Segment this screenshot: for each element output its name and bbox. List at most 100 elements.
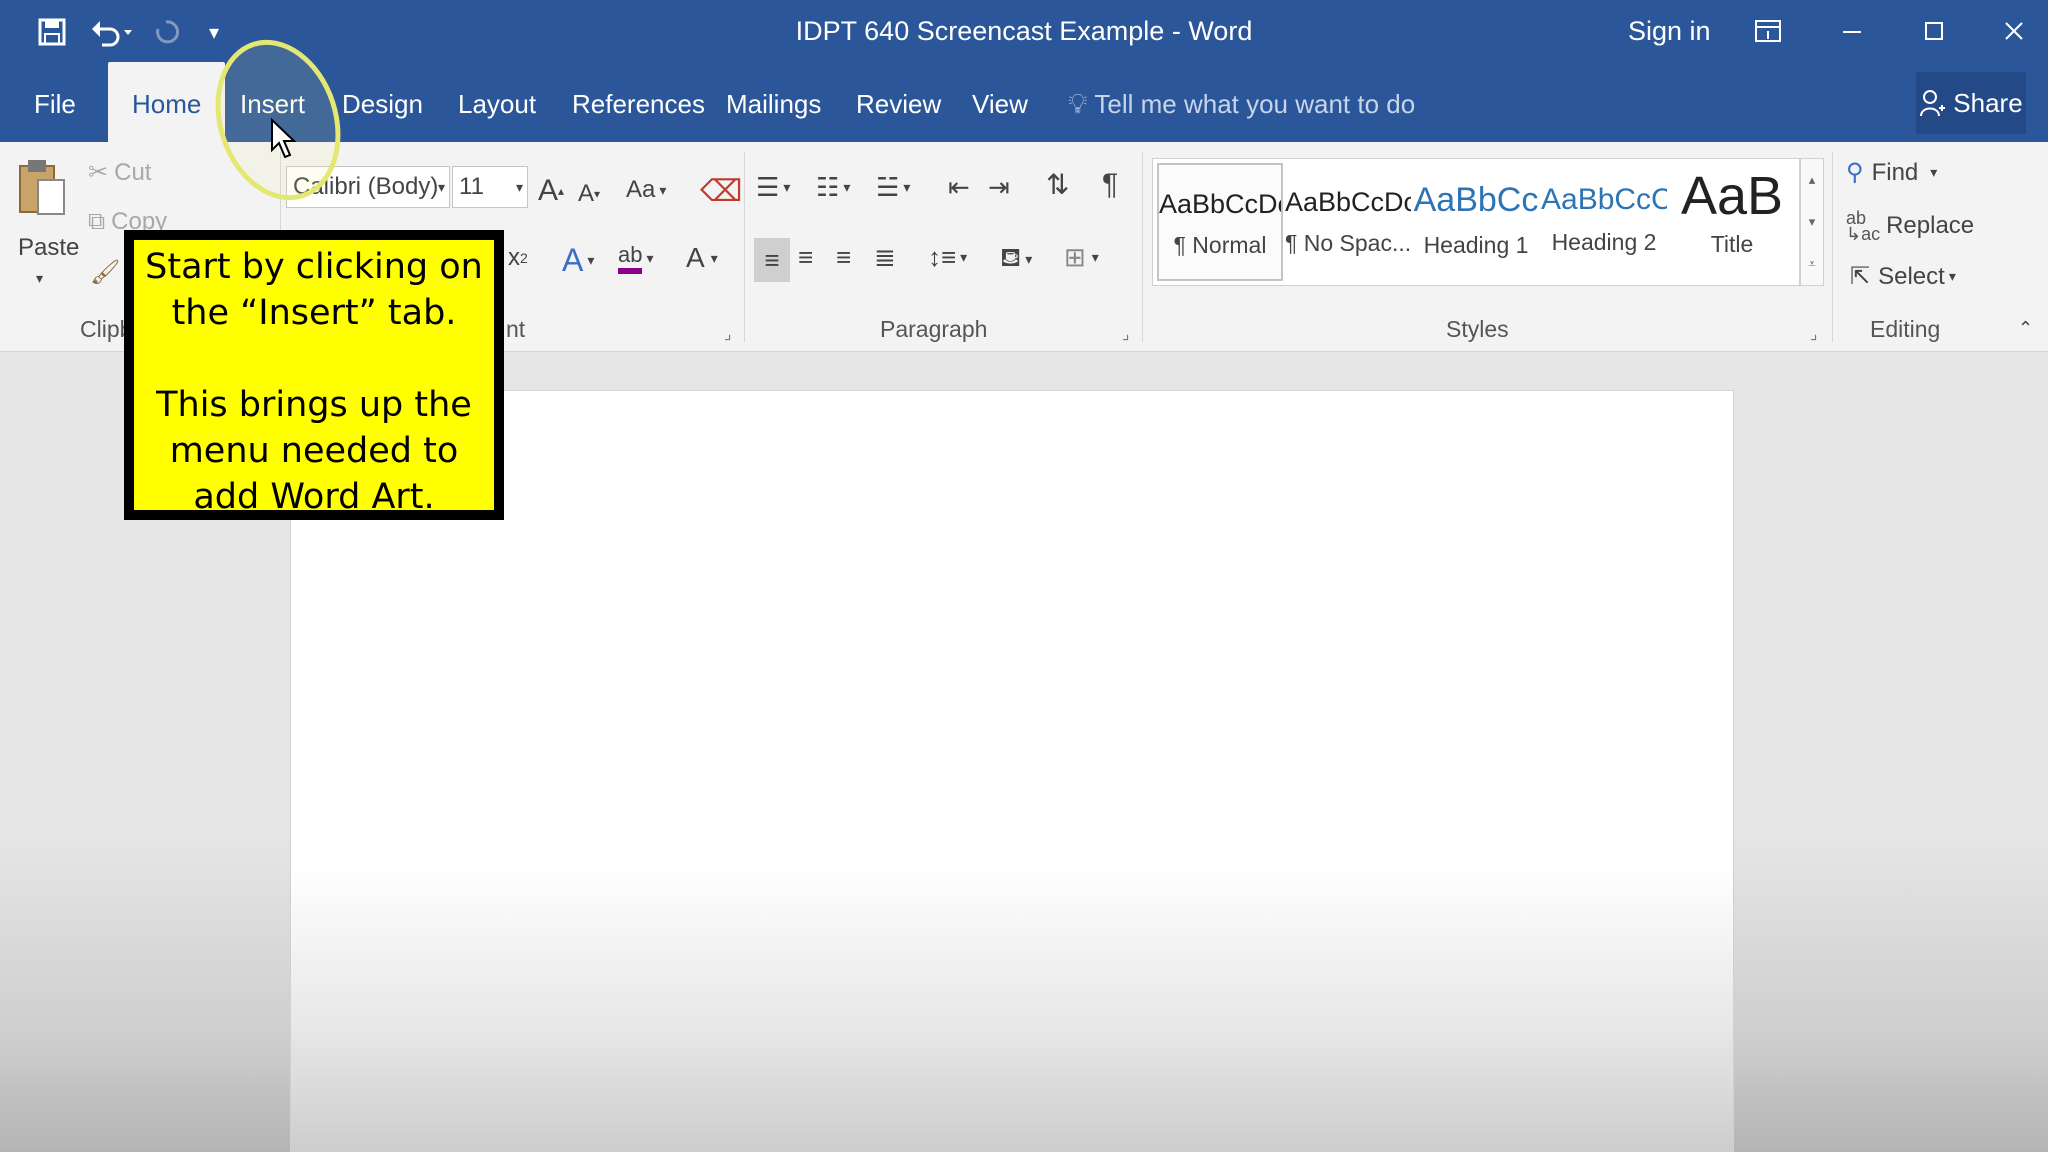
person-add-icon xyxy=(1920,90,1946,117)
decrease-indent-icon[interactable]: ⇤ xyxy=(948,172,970,203)
text-effects-icon[interactable]: A ▾ xyxy=(562,242,594,279)
style-heading-2[interactable]: AaBbCcC Heading 2 xyxy=(1541,163,1667,281)
change-case-label: Aa xyxy=(626,176,656,203)
find-button[interactable]: ⚲ Find ▾ xyxy=(1846,158,1937,187)
multilevel-list-icon[interactable]: ☱ ▾ xyxy=(876,172,910,203)
select-button[interactable]: ⇱ Select ▾ xyxy=(1850,262,1956,291)
cut-button[interactable]: ✂ Cut xyxy=(88,158,151,187)
font-size-select[interactable]: 11 ▾ xyxy=(452,166,528,208)
tab-mailings[interactable]: Mailings xyxy=(726,62,821,142)
instruction-callout: Start by clicking on the “Insert” tab. T… xyxy=(124,230,504,520)
shrink-font-button[interactable]: A ▾ xyxy=(578,180,600,208)
line-spacing-icon[interactable]: ↕≡ ▾ xyxy=(928,242,967,273)
font-size-value: 11 xyxy=(459,173,484,200)
format-painter-icon[interactable]: 🖌︎ xyxy=(90,258,120,287)
chevron-down-icon: ▾ xyxy=(515,179,523,195)
maximize-icon[interactable] xyxy=(1904,0,1964,62)
lightbulb-icon: 💡︎ xyxy=(1068,88,1088,119)
sign-in-link[interactable]: Sign in xyxy=(1628,0,1711,62)
style-sample: AaB xyxy=(1680,166,1784,226)
tab-file[interactable]: File xyxy=(34,62,76,142)
change-case-button[interactable]: Aa ▾ xyxy=(626,176,666,204)
highlight-color-icon[interactable]: ab ▾ xyxy=(618,242,654,274)
bullets-icon[interactable]: ☰ ▾ xyxy=(756,172,790,203)
tab-review[interactable]: Review xyxy=(856,62,941,142)
font-group-label: nt xyxy=(506,316,526,342)
callout-line: menu needed to xyxy=(169,431,459,471)
replace-label: Replace xyxy=(1886,212,1975,239)
style-name: ¶ Normal xyxy=(1173,232,1267,258)
numbering-icon[interactable]: ☷ ▾ xyxy=(816,172,850,203)
tab-design[interactable]: Design xyxy=(342,62,423,142)
styles-gallery-scroll[interactable]: ▴ ▾ ⩡ xyxy=(1800,158,1824,286)
copy-icon: ⧉ xyxy=(88,208,106,235)
font-color-button[interactable]: A ▾ xyxy=(686,242,718,274)
pointer-icon: ⇱ xyxy=(1850,263,1871,290)
style-name: ¶ No Spac... xyxy=(1285,230,1411,256)
style-name: Title xyxy=(1710,231,1754,257)
scissors-icon: ✂ xyxy=(88,159,109,186)
replace-button[interactable]: ab ↳ac Replace xyxy=(1846,209,1975,243)
chevron-up-icon[interactable]: ▴ xyxy=(1809,172,1816,188)
align-left-icon[interactable]: ≡ xyxy=(754,238,790,282)
style-sample: AaBbCcC xyxy=(1541,183,1667,216)
paste-icon[interactable] xyxy=(16,154,70,224)
close-icon[interactable] xyxy=(1984,0,2044,62)
clear-formatting-icon[interactable]: ⌫ xyxy=(700,174,742,209)
style-name: Heading 1 xyxy=(1423,232,1529,258)
grow-font-label: A xyxy=(538,174,559,207)
divider xyxy=(1142,152,1143,342)
ribbon-display-icon[interactable] xyxy=(1738,0,1798,62)
styles-gallery: AaBbCcDc ¶ Normal AaBbCcDc ¶ No Spac... … xyxy=(1152,158,1800,286)
divider xyxy=(1832,152,1833,342)
tab-home[interactable]: Home xyxy=(108,62,226,142)
callout-line: the “Insert” tab. xyxy=(171,293,457,333)
style-sample: AaBbCc xyxy=(1413,181,1539,219)
style-normal[interactable]: AaBbCcDc ¶ Normal xyxy=(1157,163,1283,281)
callout-line: add Word Art. xyxy=(193,477,435,517)
shading-icon[interactable]: ⛾ ▾ xyxy=(1000,242,1032,277)
collapse-ribbon-icon[interactable]: ⌃ xyxy=(2018,318,2033,339)
tell-me-search[interactable]: 💡︎ Tell me what you want to do xyxy=(1068,62,1415,142)
shrink-font-label: A xyxy=(578,180,595,207)
tab-references[interactable]: References xyxy=(572,62,705,142)
tab-layout[interactable]: Layout xyxy=(458,62,536,142)
borders-icon[interactable]: ⊞ ▾ xyxy=(1064,242,1099,273)
chevron-down-icon[interactable]: ▾ xyxy=(1809,214,1816,230)
chevron-down-icon: ▾ xyxy=(437,179,445,195)
align-center-icon[interactable]: ≡ xyxy=(798,242,813,273)
paragraph-dialog-launcher-icon[interactable]: ⌟ xyxy=(1122,324,1130,344)
justify-icon[interactable]: ≣ xyxy=(874,242,896,273)
mouse-cursor-icon xyxy=(271,118,296,159)
sort-icon[interactable]: ⇅ xyxy=(1046,168,1069,201)
share-button[interactable]: Share xyxy=(1916,72,2026,134)
superscript-button[interactable]: x2 xyxy=(508,244,528,272)
cut-label: Cut xyxy=(114,158,152,186)
grow-font-button[interactable]: A ▴ xyxy=(538,174,564,208)
style-sample: AaBbCcDc xyxy=(1285,187,1411,217)
styles-group-label: Styles xyxy=(1446,316,1509,342)
divider xyxy=(744,152,745,342)
callout-line: Start by clicking on xyxy=(145,247,483,287)
style-sample: AaBbCcDc xyxy=(1159,189,1281,219)
style-title[interactable]: AaB Title xyxy=(1669,163,1795,281)
style-heading-1[interactable]: AaBbCc Heading 1 xyxy=(1413,163,1539,281)
magnifier-icon: ⚲ xyxy=(1846,159,1864,186)
select-label: Select xyxy=(1878,262,1945,290)
paste-dropdown-icon[interactable]: ▾ xyxy=(36,270,43,287)
paste-button[interactable]: Paste xyxy=(18,234,79,262)
editing-group-label: Editing xyxy=(1870,316,1941,342)
increase-indent-icon[interactable]: ⇥ xyxy=(988,172,1010,203)
more-styles-icon[interactable]: ⩡ xyxy=(1808,256,1815,272)
font-color-label: A xyxy=(686,242,705,273)
title-bar: ▾ IDPT 640 Screencast Example - Word Sig… xyxy=(0,0,2048,62)
font-dialog-launcher-icon[interactable]: ⌟ xyxy=(724,324,732,344)
style-no-spacing[interactable]: AaBbCcDc ¶ No Spac... xyxy=(1285,163,1411,281)
minimize-icon[interactable] xyxy=(1822,0,1882,62)
pilcrow-icon[interactable]: ¶ xyxy=(1102,168,1118,202)
document-page[interactable] xyxy=(290,390,1734,1152)
style-name: Heading 2 xyxy=(1551,229,1657,255)
styles-dialog-launcher-icon[interactable]: ⌟ xyxy=(1810,324,1818,344)
tab-view[interactable]: View xyxy=(972,62,1028,142)
align-right-icon[interactable]: ≡ xyxy=(836,242,851,273)
